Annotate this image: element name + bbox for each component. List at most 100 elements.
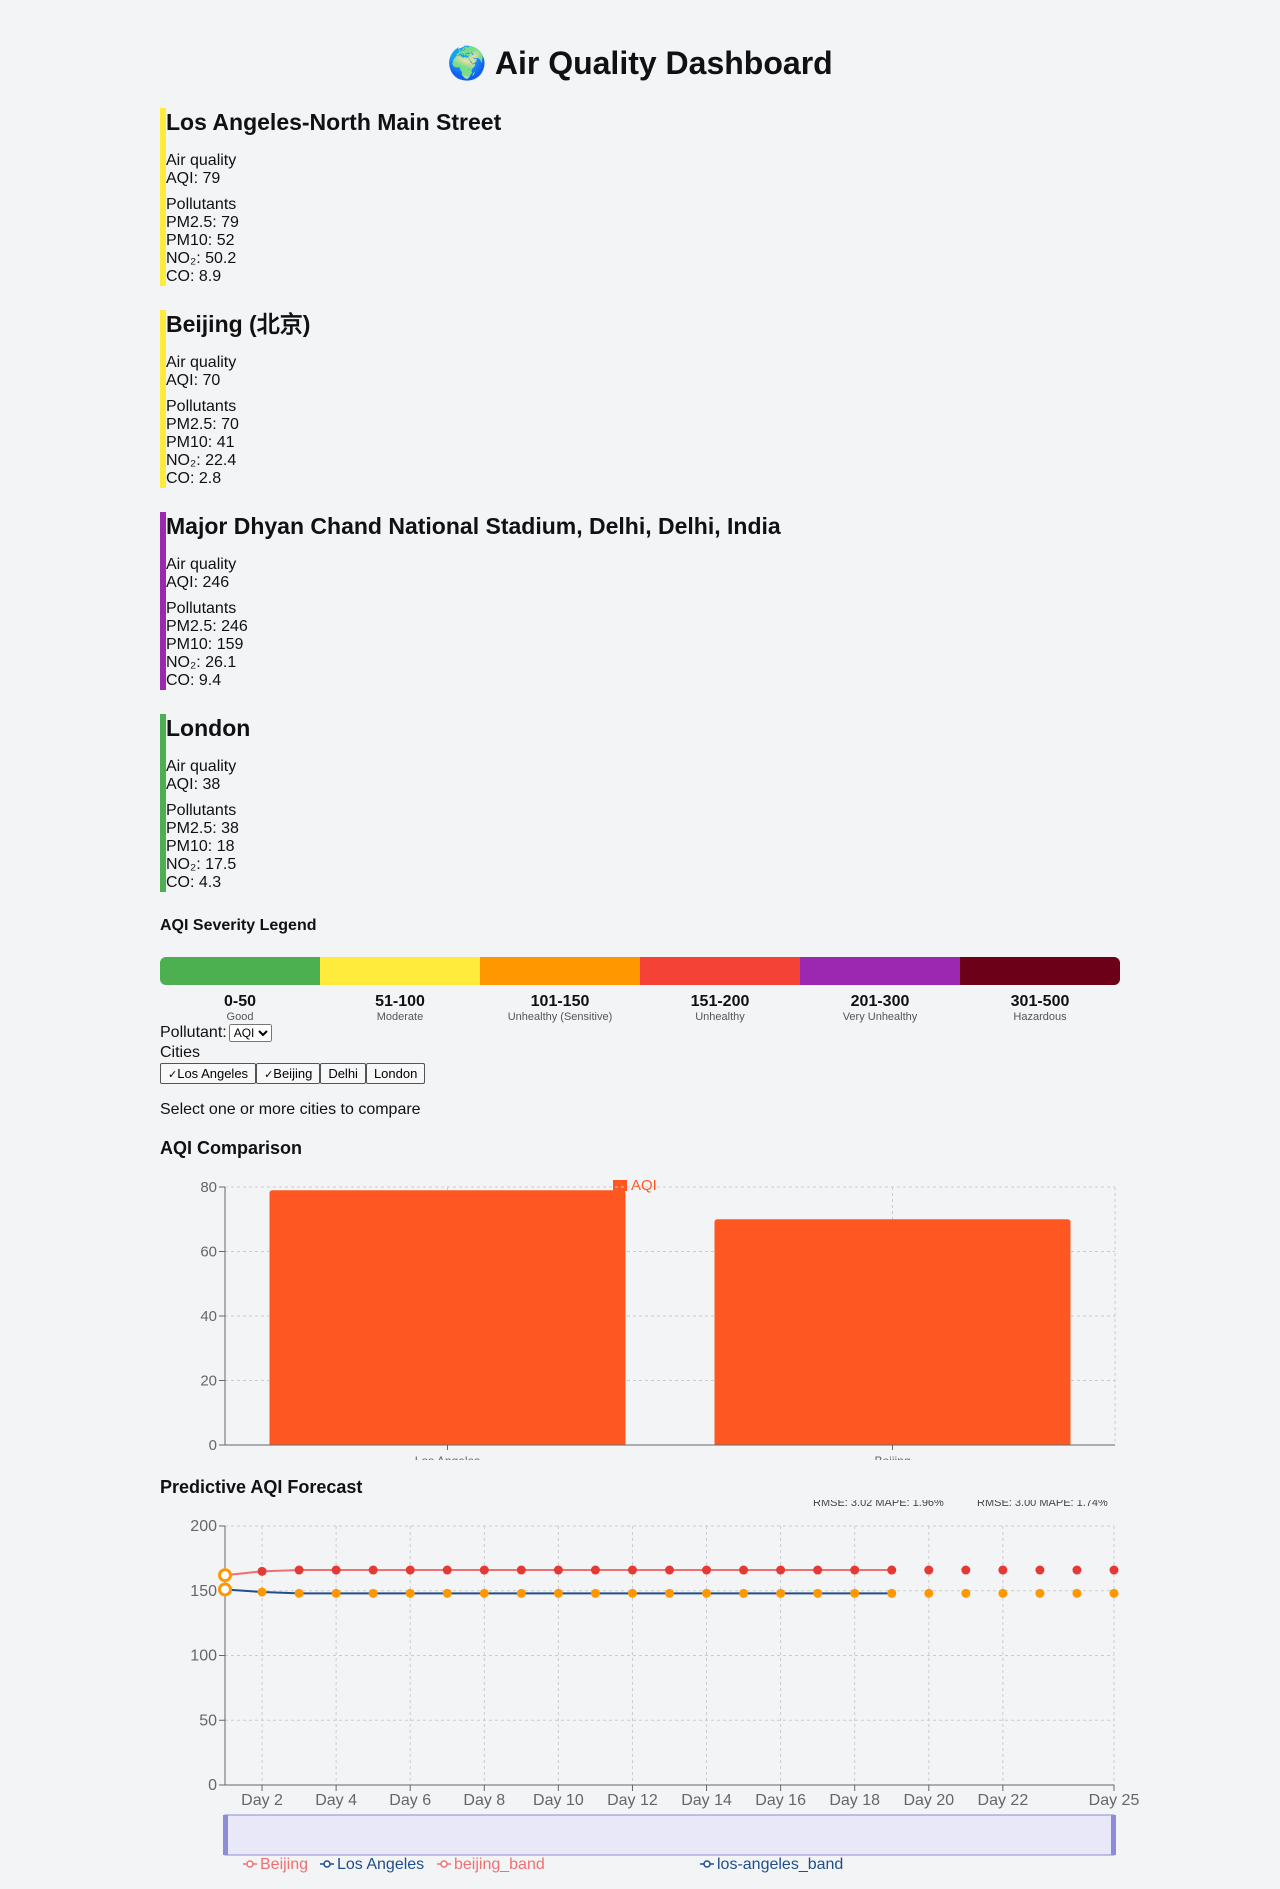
aqi-level-range: 101-150 xyxy=(530,993,590,1010)
page-title: 🌍 Air Quality Dashboard xyxy=(447,45,833,81)
data-point xyxy=(516,1565,526,1575)
city-name: Major Dhyan Chand National Stadium, Delh… xyxy=(166,513,781,539)
pollutants-label: Pollutants xyxy=(166,398,237,415)
y-tick-label: 80 xyxy=(200,1179,217,1196)
city-toggle-delhi[interactable]: Delhi xyxy=(320,1063,366,1084)
city-card: Beijing (北京) Air quality AQI: 70 Pollutants… xyxy=(160,310,1120,488)
legend-label: Beijing xyxy=(260,1856,308,1873)
city-card: London Air quality AQI: 38 Pollutants PM2.5:… xyxy=(160,714,1120,892)
x-tick-label: Day 14 xyxy=(681,1792,732,1809)
aqi-level-label: 151-200 Unhealthy xyxy=(640,993,800,1024)
metric-values: RMSE: 3.00 MAPE: 1.74% xyxy=(977,1500,1108,1509)
data-point xyxy=(405,1565,415,1575)
aqi-level-swatch xyxy=(640,957,800,985)
aqi-value: AQI: 70 xyxy=(166,372,221,389)
city-card: Major Dhyan Chand National Stadium, Delh… xyxy=(160,512,1120,690)
x-tick-label: Day 18 xyxy=(829,1792,880,1809)
data-point xyxy=(776,1565,786,1575)
pollutant-label: Pollutant: xyxy=(160,1024,227,1041)
pm10-value: PM10: 18 xyxy=(166,838,235,855)
aqi-level-category: Unhealthy xyxy=(695,1011,745,1023)
data-point xyxy=(739,1565,749,1575)
aq-label: Air quality xyxy=(166,354,237,371)
no2-value: NO₂: 22.4 xyxy=(166,452,237,469)
data-point xyxy=(1109,1588,1119,1598)
city-toggle-beijing[interactable]: ✓Beijing xyxy=(256,1063,321,1084)
brush-area xyxy=(224,1814,1115,1856)
y-tick-label: 100 xyxy=(190,1648,217,1665)
x-tick-label: Beijing xyxy=(874,1454,910,1460)
co-value: CO: 2.8 xyxy=(166,470,222,487)
data-point xyxy=(553,1565,563,1575)
data-point xyxy=(887,1565,897,1575)
pm25-value: PM2.5: 246 xyxy=(166,618,248,635)
data-point xyxy=(887,1588,897,1598)
no2-value: NO₂: 17.5 xyxy=(166,856,237,873)
data-point xyxy=(961,1565,971,1575)
pm10-value: PM10: 159 xyxy=(166,636,244,653)
pm10-value: PM10: 52 xyxy=(166,232,235,249)
data-point xyxy=(776,1588,786,1598)
brush-handle-right xyxy=(1111,1815,1116,1855)
pm25-value: PM2.5: 79 xyxy=(166,214,239,231)
data-point xyxy=(627,1565,637,1575)
x-tick-label: Day 6 xyxy=(389,1792,431,1809)
y-tick-label: 40 xyxy=(200,1308,217,1325)
aqi-level-category: Hazardous xyxy=(1013,1011,1067,1023)
aqi-level-range: 51-100 xyxy=(375,993,425,1010)
data-point xyxy=(294,1588,304,1598)
compare-hint: Select one or more cities to compare xyxy=(160,1101,421,1118)
data-point xyxy=(665,1588,674,1598)
brush-handle-left xyxy=(223,1815,228,1855)
aqi-level-swatch xyxy=(480,957,640,985)
legend-marker xyxy=(703,1860,711,1868)
x-tick-label: Day 25 xyxy=(1089,1792,1140,1809)
data-point xyxy=(1109,1565,1119,1575)
aqi-level-swatch xyxy=(320,957,480,985)
aqi-level-label: 101-150 Unhealthy (Sensitive) xyxy=(480,993,640,1024)
y-tick-label: 50 xyxy=(199,1712,217,1729)
city-name: Los Angeles-North Main Street xyxy=(166,109,502,135)
data-point xyxy=(665,1565,674,1575)
city-toggle-label: Los Angeles xyxy=(177,1066,249,1081)
check-icon: ✓ xyxy=(264,1069,274,1081)
no2-value: NO₂: 50.2 xyxy=(166,250,237,267)
data-point xyxy=(813,1565,823,1575)
data-point xyxy=(331,1565,341,1575)
data-point xyxy=(442,1588,452,1598)
legend-swatch xyxy=(613,1180,627,1191)
data-point xyxy=(1072,1588,1082,1598)
data-point xyxy=(442,1565,452,1575)
aqi-severity-labels: 0-50 Good 51-100 Moderate 101-150 Unhealthy (… xyxy=(160,993,1120,1024)
x-tick-label: Day 4 xyxy=(315,1792,357,1809)
city-toggle-london[interactable]: London xyxy=(365,1063,426,1084)
check-icon: ✓ xyxy=(168,1069,178,1081)
aqi-level-swatch xyxy=(160,957,320,985)
y-tick-label: 60 xyxy=(200,1244,217,1261)
bar xyxy=(714,1219,1071,1445)
data-point xyxy=(1035,1565,1045,1575)
pm10-value: PM10: 41 xyxy=(166,434,235,451)
data-point xyxy=(479,1565,489,1575)
bar xyxy=(269,1190,626,1445)
aqi-level-category: Good xyxy=(226,1011,254,1023)
data-point xyxy=(924,1565,934,1575)
aqi-value: AQI: 79 xyxy=(166,170,221,187)
pm25-value: PM2.5: 38 xyxy=(166,820,239,837)
x-tick-label: Day 22 xyxy=(978,1792,1029,1809)
data-point xyxy=(553,1588,563,1598)
city-name: Beijing (北京) xyxy=(166,311,311,337)
data-point xyxy=(257,1587,267,1597)
data-point xyxy=(739,1588,749,1598)
legend-label: Los Angeles xyxy=(337,1856,424,1873)
city-toggle-los-angeles[interactable]: ✓Los Angeles xyxy=(160,1063,257,1084)
x-tick-label: Day 10 xyxy=(533,1792,584,1809)
data-point xyxy=(627,1588,637,1598)
legend-title: AQI Severity Legend xyxy=(160,917,317,934)
y-tick-label: 0 xyxy=(209,1437,217,1454)
no2-value: NO₂: 26.1 xyxy=(166,654,237,671)
y-tick-label: 200 xyxy=(190,1518,217,1535)
pollutant-select[interactable]: AQI xyxy=(228,1024,272,1042)
